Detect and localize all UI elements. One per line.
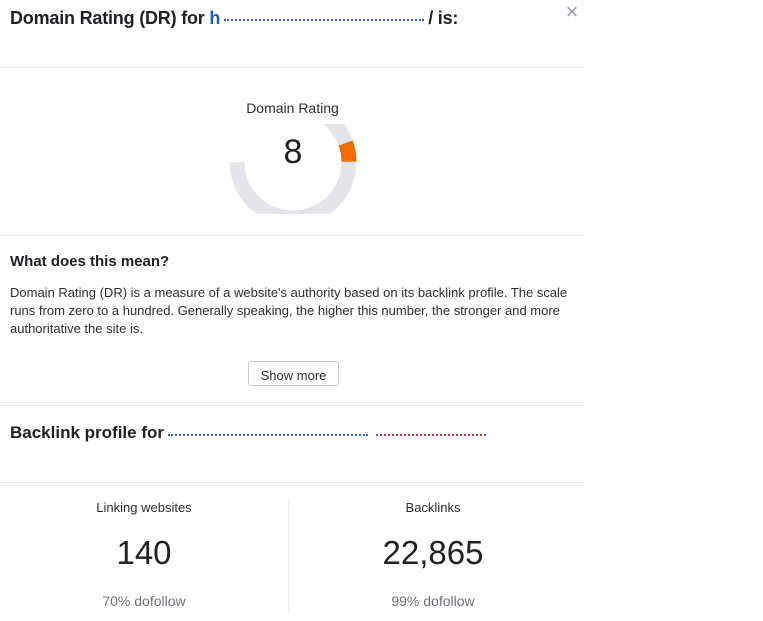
domain-rating-section: Domain Rating 8 [0,68,585,236]
title-suffix: / is: [428,8,459,28]
backlink-title-prefix: Backlink profile for [10,423,164,442]
dialog-title: Domain Rating (DR) for h / is: [10,7,550,30]
meaning-heading: What does this mean? [10,253,170,270]
backlink-profile-title: Backlink profile for [10,422,570,444]
title-url-link[interactable]: h [209,8,220,28]
redacted-url [375,432,486,436]
backlinks-stat: Backlinks 22,865 99% dofollow [289,483,577,621]
linking-websites-stat: Linking websites 140 70% dofollow [0,483,288,621]
meaning-description: Domain Rating (DR) is a measure of a web… [10,285,568,336]
backlink-stats: Linking websites 140 70% dofollow Backli… [0,483,585,621]
backlinks-value: 22,865 [382,534,484,571]
dialog-header: Domain Rating (DR) for h / is: × [0,0,585,68]
meaning-section: What does this mean? Domain Rating (DR) … [0,236,585,406]
linking-websites-value: 140 [116,534,172,571]
backlink-profile-header: Backlink profile for [0,406,585,483]
domain-rating-value: 8 [283,133,303,171]
linking-websites-label: Linking websites [96,500,192,515]
close-icon[interactable]: × [561,0,583,24]
domain-rating-dialog: Domain Rating (DR) for h / is: × Domain R… [0,0,585,619]
title-prefix: Domain Rating (DR) for [10,8,205,28]
linking-websites-dofollow: 70% dofollow [102,593,186,609]
backlinks-dofollow: 99% dofollow [391,593,475,609]
redacted-url [167,432,368,436]
show-more-button[interactable]: Show more [248,361,339,386]
domain-rating-label: Domain Rating [246,100,339,116]
redacted-url [224,17,425,22]
backlinks-label: Backlinks [405,500,461,515]
